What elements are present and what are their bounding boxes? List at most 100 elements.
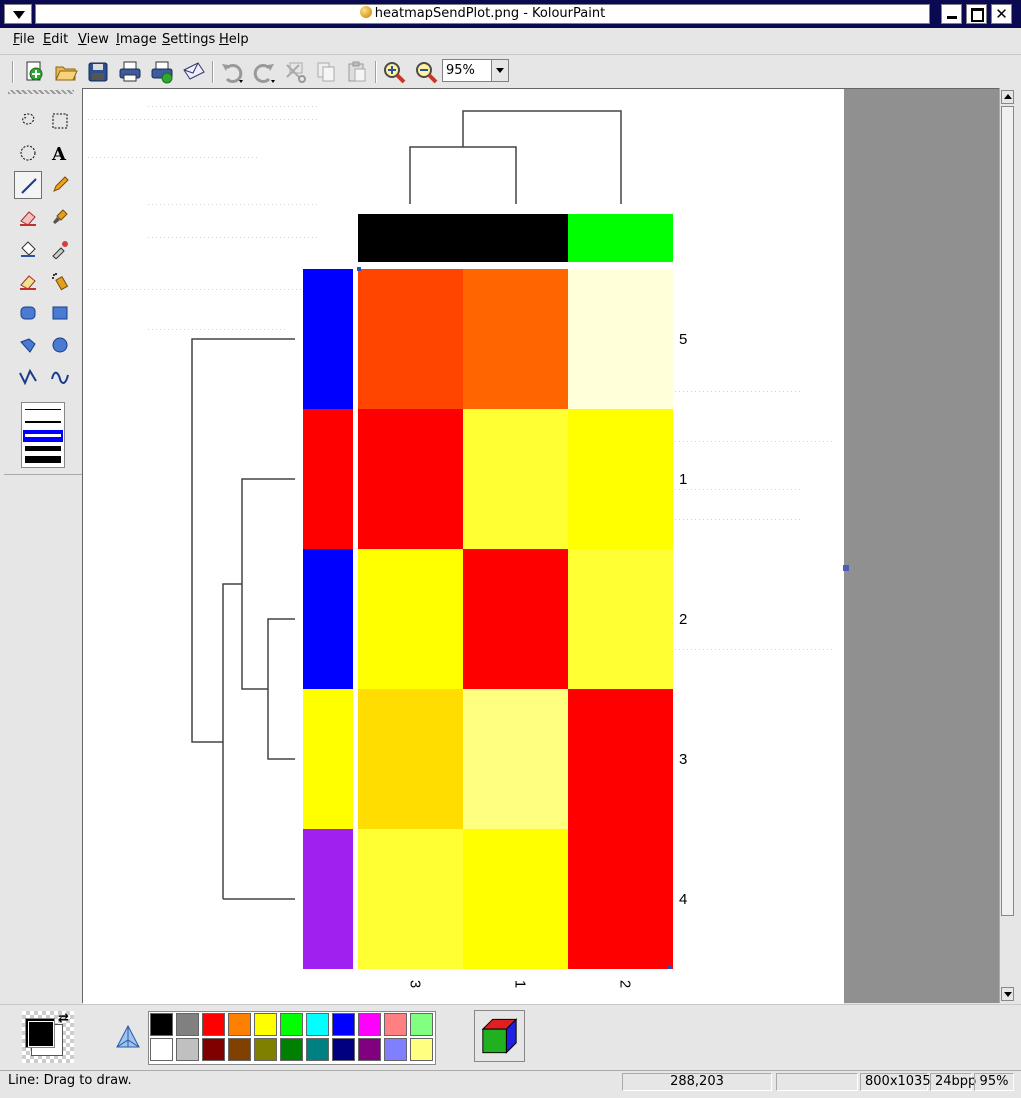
- column-label: 3: [407, 980, 424, 988]
- scrollbar-thumb[interactable]: [1001, 106, 1014, 916]
- palette-color-swatch[interactable]: [306, 1013, 329, 1036]
- color-similarity-button[interactable]: [474, 1010, 525, 1062]
- palette-color-swatch[interactable]: [384, 1038, 407, 1061]
- menu-view[interactable]: View: [78, 32, 109, 47]
- palette-color-swatch[interactable]: [410, 1038, 433, 1061]
- color-toolbar: ⇄: [0, 1004, 1021, 1071]
- menu-help[interactable]: Help: [219, 32, 249, 47]
- rectangle-icon: [52, 306, 68, 320]
- minimize-button[interactable]: [941, 4, 962, 24]
- zoom-combobox[interactable]: 95%: [442, 59, 509, 82]
- flood-fill-tool[interactable]: [14, 235, 42, 263]
- scroll-up-arrow-icon[interactable]: [1001, 90, 1014, 104]
- paste-icon[interactable]: [344, 59, 370, 85]
- palette-color-swatch[interactable]: [228, 1013, 251, 1036]
- free-form-selection-tool[interactable]: [14, 107, 42, 135]
- open-icon[interactable]: [53, 59, 79, 85]
- copy-icon[interactable]: [313, 59, 339, 85]
- palette-color-swatch[interactable]: [176, 1013, 199, 1036]
- window-menu-button[interactable]: [4, 4, 32, 24]
- line-width-5[interactable]: [25, 446, 61, 451]
- rectangular-selection-tool[interactable]: [46, 107, 74, 135]
- canvas-viewport: 5 1 2 3 4 3 1 2: [82, 88, 999, 1004]
- line-width-selector[interactable]: [21, 402, 65, 468]
- lasso-icon: [22, 113, 35, 125]
- polyline-icon: [19, 368, 37, 386]
- image-canvas[interactable]: 5 1 2 3 4 3 1 2: [83, 89, 844, 1004]
- zoom-out-icon[interactable]: [413, 59, 439, 85]
- close-button[interactable]: ✕: [991, 4, 1012, 24]
- palette-color-swatch[interactable]: [254, 1038, 277, 1061]
- palette-color-swatch[interactable]: [150, 1013, 173, 1036]
- print-preview-icon[interactable]: [149, 59, 175, 85]
- palette-color-swatch[interactable]: [280, 1013, 303, 1036]
- palette-color-swatch[interactable]: [358, 1038, 381, 1061]
- undo-icon[interactable]: [219, 59, 245, 85]
- palette-color-swatch[interactable]: [332, 1013, 355, 1036]
- line-width-3-selected[interactable]: [23, 430, 63, 442]
- ellipse-tool[interactable]: [46, 331, 74, 359]
- menu-edit[interactable]: Edit: [43, 32, 68, 47]
- menu-file[interactable]: File: [13, 32, 35, 47]
- text-tool[interactable]: A: [46, 139, 74, 167]
- palette-color-swatch[interactable]: [410, 1013, 433, 1036]
- text-icon: A: [51, 144, 67, 163]
- rounded-rectangle-tool[interactable]: [14, 299, 42, 327]
- palette-color-swatch[interactable]: [384, 1013, 407, 1036]
- tool-box: A: [4, 88, 78, 478]
- window-title-text: heatmapSendPlot.png - KolourPaint: [374, 6, 606, 21]
- line-width-2[interactable]: [25, 421, 61, 423]
- menu-settings-label: ettings: [170, 32, 216, 47]
- new-icon[interactable]: [21, 59, 47, 85]
- column-side-color: [358, 214, 463, 262]
- brush-tool[interactable]: [46, 203, 74, 231]
- foreground-color-swatch[interactable]: [25, 1018, 55, 1048]
- swap-colors-icon[interactable]: ⇄: [58, 1011, 69, 1026]
- palette-color-swatch[interactable]: [358, 1013, 381, 1036]
- line-width-7[interactable]: [25, 456, 61, 463]
- toolbox-grip[interactable]: [8, 90, 74, 94]
- window-title: heatmapSendPlot.png - KolourPaint: [35, 4, 930, 24]
- print-icon[interactable]: [117, 59, 143, 85]
- heatmap-cell: [463, 409, 568, 549]
- pen-tool[interactable]: [46, 171, 74, 199]
- color-similarity-transparency-icon[interactable]: [113, 1023, 143, 1053]
- chevron-down-icon[interactable]: [491, 60, 508, 81]
- palette-color-swatch[interactable]: [280, 1038, 303, 1061]
- maximize-button[interactable]: [966, 4, 987, 24]
- palette-color-swatch[interactable]: [254, 1013, 277, 1036]
- menu-edit-label: dit: [51, 32, 69, 47]
- vertical-scrollbar[interactable]: [999, 88, 1015, 1003]
- cut-icon[interactable]: [282, 59, 308, 85]
- color-eraser-tool[interactable]: [14, 267, 42, 295]
- elliptical-selection-tool[interactable]: [14, 139, 42, 167]
- palette-color-swatch[interactable]: [202, 1013, 225, 1036]
- line-tool[interactable]: [14, 171, 42, 199]
- toolbox-divider: [4, 474, 82, 475]
- palette-color-swatch[interactable]: [150, 1038, 173, 1061]
- menu-settings[interactable]: Settings: [162, 32, 215, 47]
- mail-icon[interactable]: [181, 59, 207, 85]
- palette-color-swatch[interactable]: [228, 1038, 251, 1061]
- spraycan-tool[interactable]: [46, 267, 74, 295]
- canvas-resize-handle[interactable]: [843, 565, 849, 571]
- palette-color-swatch[interactable]: [202, 1038, 225, 1061]
- curve-tool[interactable]: [46, 363, 74, 391]
- redo-icon[interactable]: [251, 59, 277, 85]
- rectangle-tool[interactable]: [46, 299, 74, 327]
- palette-color-swatch[interactable]: [306, 1038, 329, 1061]
- menu-image[interactable]: Image: [116, 32, 157, 47]
- scroll-down-arrow-icon[interactable]: [1001, 987, 1014, 1001]
- menu-edit-mnemonic: E: [43, 32, 52, 47]
- palette-color-swatch[interactable]: [176, 1038, 199, 1061]
- polygon-tool[interactable]: [14, 331, 42, 359]
- palette-color-swatch[interactable]: [332, 1038, 355, 1061]
- save-icon[interactable]: [85, 59, 111, 85]
- line-width-1[interactable]: [25, 409, 61, 410]
- color-picker-tool[interactable]: [46, 235, 74, 263]
- selection-handle: [668, 965, 672, 969]
- connected-lines-tool[interactable]: [14, 363, 42, 391]
- zoom-in-icon[interactable]: [381, 59, 407, 85]
- status-zoom: 95%: [974, 1073, 1014, 1091]
- eraser-tool[interactable]: [14, 203, 42, 231]
